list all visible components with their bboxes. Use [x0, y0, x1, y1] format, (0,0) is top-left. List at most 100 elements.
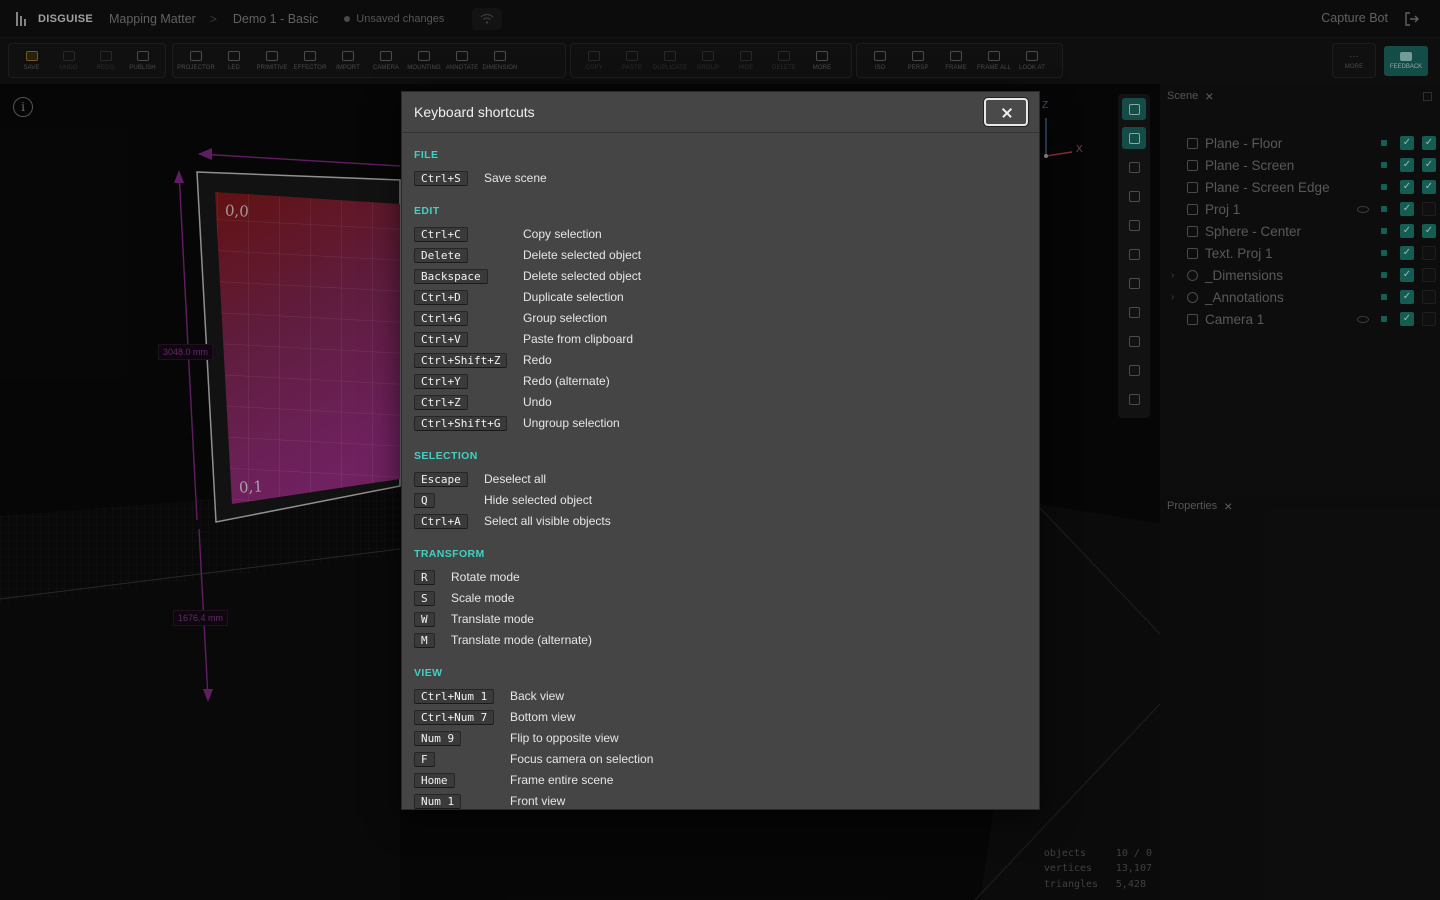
shortcut-key: Num 9	[414, 730, 462, 746]
shortcut-row: Ctrl+D Duplicate selection	[414, 286, 1027, 307]
shortcut-key-cell: Ctrl+V	[414, 330, 523, 348]
shortcut-key: F	[414, 751, 435, 767]
shortcut-description: Paste from clipboard	[523, 331, 634, 346]
shortcut-key: Ctrl+Num 7	[414, 709, 495, 725]
shortcut-description: Delete selected object	[523, 268, 642, 283]
shortcut-key: Ctrl+G	[414, 310, 468, 326]
shortcut-key: Ctrl+C	[414, 226, 468, 242]
shortcut-description: Translate mode	[451, 611, 534, 626]
shortcut-row: Ctrl+A Select all visible objects	[414, 510, 1027, 531]
shortcut-key-cell: F	[414, 750, 510, 768]
shortcut-key: W	[414, 611, 435, 627]
shortcut-description: Group selection	[523, 310, 608, 325]
shortcut-key-cell: Num 1	[414, 792, 510, 810]
shortcut-key: Escape	[414, 471, 468, 487]
shortcut-key: Home	[414, 772, 455, 788]
shortcut-section: EDIT Ctrl+C Copy selection Delete Delete sel…	[414, 205, 1027, 433]
shortcut-key: Ctrl+D	[414, 289, 468, 305]
shortcut-row: Ctrl+G Group selection	[414, 307, 1027, 328]
app-root: DISGUISE Mapping Matter > Demo 1 - Basic…	[0, 0, 1440, 900]
shortcut-description: Ungroup selection	[523, 415, 620, 430]
shortcut-row: Ctrl+Y Redo (alternate)	[414, 370, 1027, 391]
shortcut-key: Ctrl+S	[414, 170, 468, 186]
shortcut-key-cell: Ctrl+S	[414, 169, 484, 187]
shortcut-row: W Translate mode	[414, 608, 1027, 629]
shortcut-row: M Translate mode (alternate)	[414, 629, 1027, 650]
section-title: EDIT	[414, 205, 440, 217]
shortcut-description: Frame entire scene	[510, 772, 614, 787]
section-title: VIEW	[414, 667, 443, 679]
shortcut-key-cell: Home	[414, 771, 510, 789]
shortcut-description: Duplicate selection	[523, 289, 624, 304]
shortcut-row: Home Frame entire scene	[414, 769, 1027, 790]
shortcut-description: Rotate mode	[451, 569, 520, 584]
shortcut-row: Ctrl+Shift+G Ungroup selection	[414, 412, 1027, 433]
shortcut-key: Ctrl+Num 1	[414, 688, 495, 704]
shortcut-key-cell: Ctrl+Shift+G	[414, 414, 523, 432]
shortcut-key-cell: Ctrl+Shift+Z	[414, 351, 523, 369]
shortcut-key: Ctrl+Shift+Z	[414, 352, 508, 368]
shortcut-key-cell: Ctrl+Num 7	[414, 708, 510, 726]
shortcut-key-cell: Backspace	[414, 267, 523, 285]
shortcut-key-cell: R	[414, 568, 451, 586]
dialog-close-button[interactable]	[984, 98, 1028, 126]
shortcut-row: Q Hide selected object	[414, 489, 1027, 510]
shortcut-description: Copy selection	[523, 226, 602, 241]
shortcut-key: M	[414, 632, 435, 648]
shortcut-key: Num 1	[414, 793, 462, 809]
shortcut-key: Ctrl+V	[414, 331, 468, 347]
shortcut-description: Save scene	[484, 170, 547, 185]
shortcut-key-cell: Ctrl+Z	[414, 393, 523, 411]
shortcut-section: SELECTION Escape Deselect all Q Hide selecte…	[414, 450, 1027, 531]
dialog-title: Keyboard shortcuts	[414, 104, 535, 120]
shortcut-row: R Rotate mode	[414, 566, 1027, 587]
shortcut-key: S	[414, 590, 435, 606]
shortcut-key-cell: Escape	[414, 470, 484, 488]
shortcut-row: S Scale mode	[414, 587, 1027, 608]
shortcut-description: Flip to opposite view	[510, 730, 619, 745]
shortcut-description: Hide selected object	[484, 492, 593, 507]
shortcut-key: Delete	[414, 247, 468, 263]
shortcut-row: Delete Delete selected object	[414, 244, 1027, 265]
shortcut-key-cell: Ctrl+A	[414, 512, 484, 530]
shortcut-key-cell: Ctrl+Num 1	[414, 687, 510, 705]
shortcut-description: Focus camera on selection	[510, 751, 654, 766]
shortcut-key-cell: M	[414, 631, 451, 649]
shortcut-description: Scale mode	[451, 590, 515, 605]
shortcut-row: Ctrl+Shift+Z Redo	[414, 349, 1027, 370]
shortcut-description: Bottom view	[510, 709, 576, 724]
shortcut-row: Num 1 Front view	[414, 790, 1027, 810]
shortcut-description: Translate mode (alternate)	[451, 632, 592, 647]
shortcut-row: Ctrl+C Copy selection	[414, 223, 1027, 244]
keyboard-shortcuts-dialog: Keyboard shortcuts FILE Ctrl+S Save scene E…	[401, 91, 1040, 810]
shortcut-key: Q	[414, 492, 435, 508]
shortcut-description: Select all visible objects	[484, 513, 611, 528]
shortcut-row: Num 9 Flip to opposite view	[414, 727, 1027, 748]
shortcut-row: Ctrl+Num 1 Back view	[414, 685, 1027, 706]
shortcut-key: Ctrl+Z	[414, 394, 468, 410]
shortcut-row: Escape Deselect all	[414, 468, 1027, 489]
shortcut-key-cell: Ctrl+C	[414, 225, 523, 243]
section-title: SELECTION	[414, 450, 478, 462]
shortcut-row: Ctrl+Num 7 Bottom view	[414, 706, 1027, 727]
shortcut-key-cell: S	[414, 589, 451, 607]
shortcut-key-cell: Ctrl+D	[414, 288, 523, 306]
dialog-header: Keyboard shortcuts	[402, 92, 1039, 133]
shortcut-description: Redo	[523, 352, 552, 367]
shortcut-description: Front view	[510, 793, 566, 808]
shortcut-key: R	[414, 569, 435, 585]
shortcut-key: Ctrl+Y	[414, 373, 468, 389]
shortcut-row: Ctrl+S Save scene	[414, 167, 1027, 188]
shortcut-row: F Focus camera on selection	[414, 748, 1027, 769]
shortcut-description: Back view	[510, 688, 565, 703]
shortcut-key-cell: W	[414, 610, 451, 628]
shortcut-key: Ctrl+A	[414, 513, 468, 529]
shortcut-key-cell: Q	[414, 491, 484, 509]
shortcut-key-cell: Ctrl+Y	[414, 372, 523, 390]
shortcut-section: VIEW Ctrl+Num 1 Back view Ctrl+Num 7 Bottom …	[414, 667, 1027, 810]
shortcut-key-cell: Ctrl+G	[414, 309, 523, 327]
shortcut-section: TRANSFORM R Rotate mode S Scale mode W Transla…	[414, 548, 1027, 650]
shortcut-key: Ctrl+Shift+G	[414, 415, 508, 431]
shortcut-key-cell: Num 9	[414, 729, 510, 747]
shortcut-row: Ctrl+V Paste from clipboard	[414, 328, 1027, 349]
